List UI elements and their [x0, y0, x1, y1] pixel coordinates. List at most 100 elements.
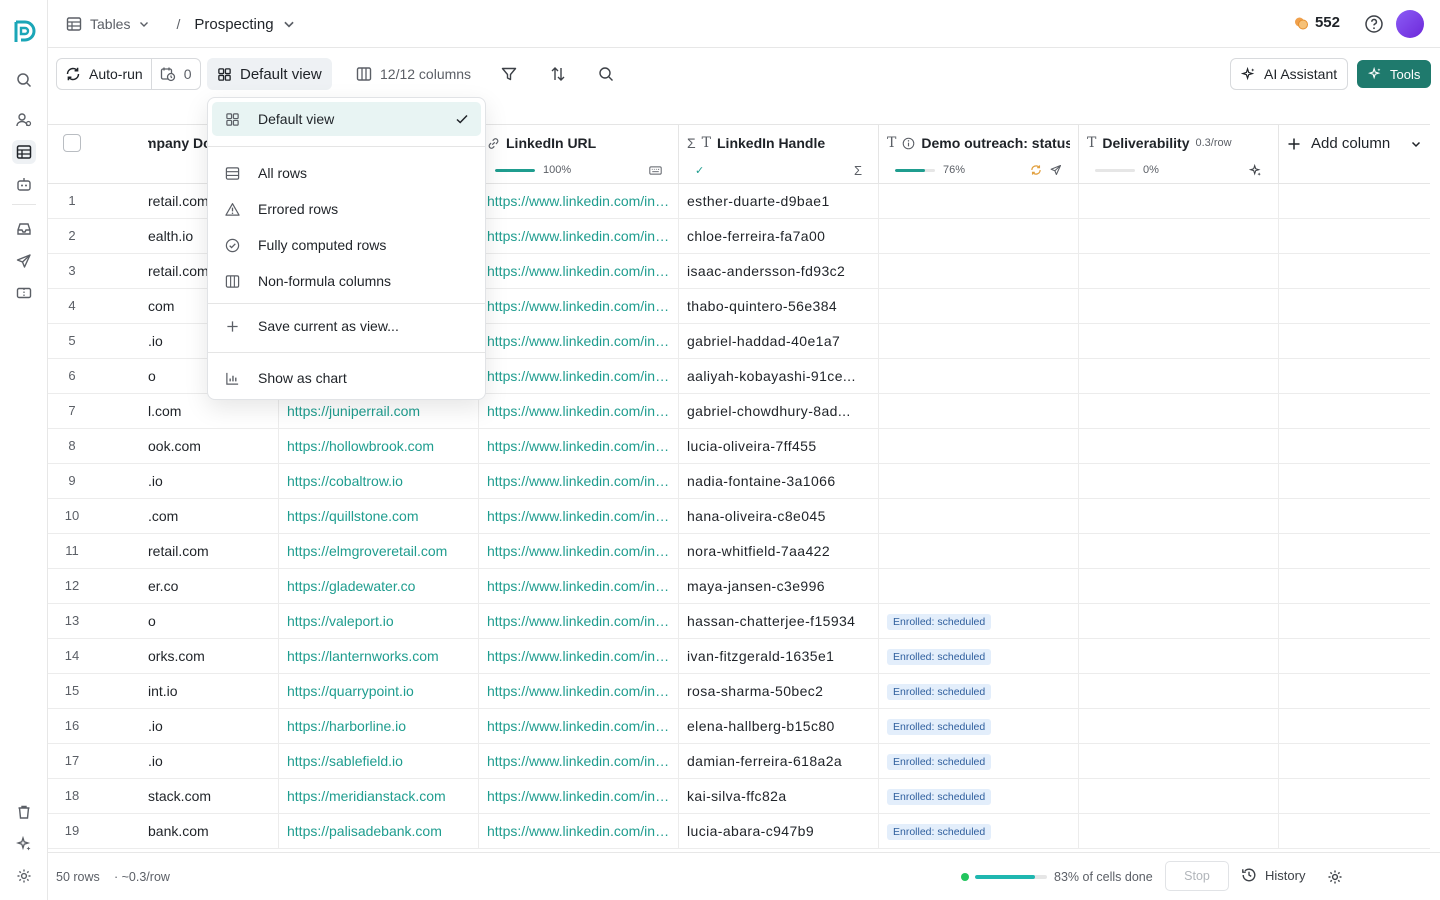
cell-status[interactable]: Enrolled: scheduled	[879, 744, 1079, 778]
cell-empty[interactable]	[1079, 499, 1279, 533]
contacts-icon[interactable]	[12, 108, 36, 132]
cell-n[interactable]: 8	[48, 429, 96, 463]
cell-empty[interactable]	[1279, 429, 1430, 463]
cell-handle[interactable]: lucia-oliveira-7ff455	[679, 429, 879, 463]
cell-empty[interactable]	[1279, 709, 1430, 743]
help-icon[interactable]	[1364, 14, 1384, 34]
table-row[interactable]: 8 ook.com https://hollowbrook.com https://w…	[48, 429, 1430, 464]
cell-url[interactable]: https://www.linkedin.com/in/kai-silva	[479, 779, 679, 813]
cell-company[interactable]: er.co	[148, 569, 279, 603]
cell-status[interactable]: Enrolled: scheduled	[879, 639, 1079, 673]
menu-item-all-rows[interactable]: All rows	[212, 156, 481, 190]
cell-url[interactable]: https://www.linkedin.com/in/rosa-sharma	[479, 674, 679, 708]
cell-empty[interactable]	[1279, 674, 1430, 708]
column-header-demo-outreach[interactable]: T Demo outreach: status 76%	[879, 125, 1079, 184]
cell-url[interactable]: https://www.linkedin.com/in/aaliyah-koba…	[479, 359, 679, 393]
cell-status[interactable]	[879, 289, 1079, 323]
cell-website[interactable]: https://sablefield.io	[279, 744, 479, 778]
cell-url[interactable]: https://www.linkedin.com/in/nadia-fontai…	[479, 464, 679, 498]
menu-item-show-chart[interactable]: Show as chart	[212, 361, 481, 395]
sparkle-icon[interactable]	[12, 832, 36, 856]
cell-empty[interactable]	[1279, 254, 1430, 288]
cell-website[interactable]: https://gladewater.co	[279, 569, 479, 603]
cell-website[interactable]: https://cobaltrow.io	[279, 464, 479, 498]
cell-url[interactable]: https://www.linkedin.com/in/thabo-quinte…	[479, 289, 679, 323]
cell-handle[interactable]: nora-whitfield-7aa422	[679, 534, 879, 568]
cell-empty[interactable]	[1079, 639, 1279, 673]
cell-handle[interactable]: damian-ferreira-618a2a	[679, 744, 879, 778]
cell-empty[interactable]	[1079, 324, 1279, 358]
cell-status[interactable]	[879, 534, 1079, 568]
cell-handle[interactable]: chloe-ferreira-fa7a00	[679, 219, 879, 253]
cell-status[interactable]: Enrolled: scheduled	[879, 709, 1079, 743]
tables-icon[interactable]	[12, 140, 36, 164]
cell-url[interactable]: https://www.linkedin.com/in/damian-ferre…	[479, 744, 679, 778]
cell-empty[interactable]	[1279, 569, 1430, 603]
table-row[interactable]: 11 retail.com https://elmgroveretail.com ht…	[48, 534, 1430, 569]
cell-url[interactable]: https://www.linkedin.com/in/ivan-fitzger…	[479, 639, 679, 673]
cell-website[interactable]: https://hollowbrook.com	[279, 429, 479, 463]
cell-n[interactable]: 19	[48, 814, 96, 848]
cell-handle[interactable]: hassan-chatterjee-f15934	[679, 604, 879, 638]
cell-company[interactable]: orks.com	[148, 639, 279, 673]
cell-empty[interactable]	[1279, 219, 1430, 253]
cell-handle[interactable]: kai-silva-ffc82a	[679, 779, 879, 813]
column-header-linkedin-url[interactable]: LinkedIn URL 100%	[479, 125, 679, 184]
search-table-button[interactable]	[588, 58, 624, 90]
cell-n[interactable]: 3	[48, 254, 96, 288]
cell-n[interactable]: 10	[48, 499, 96, 533]
breadcrumb-tables[interactable]: Tables	[90, 16, 130, 32]
table-row[interactable]: 14 orks.com https://lanternworks.com https:…	[48, 639, 1430, 674]
view-selector-button[interactable]: Default view	[207, 58, 332, 90]
menu-item-save-view[interactable]: Save current as view...	[212, 309, 481, 343]
cell-n[interactable]: 13	[48, 604, 96, 638]
cell-empty[interactable]	[1279, 394, 1430, 428]
cell-url[interactable]: https://www.linkedin.com/in/gabriel-chow…	[479, 394, 679, 428]
cell-n[interactable]: 4	[48, 289, 96, 323]
cell-company[interactable]: stack.com	[148, 779, 279, 813]
cell-handle[interactable]: esther-duarte-d9bae1	[679, 184, 879, 218]
cell-empty[interactable]	[1279, 744, 1430, 778]
cell-handle[interactable]: gabriel-haddad-40e1a7	[679, 324, 879, 358]
cell-n[interactable]: 6	[48, 359, 96, 393]
cell-n[interactable]: 15	[48, 674, 96, 708]
cell-handle[interactable]: thabo-quintero-56e384	[679, 289, 879, 323]
column-header-linkedin-handle[interactable]: Σ T LinkedIn Handle ✓ Σ	[679, 125, 879, 184]
column-header-deliverability[interactable]: T Deliverability 0.3/row 0%	[1079, 125, 1279, 184]
cell-n[interactable]: 1	[48, 184, 96, 218]
cell-url[interactable]: https://www.linkedin.com/in/elena-hallbe…	[479, 709, 679, 743]
cell-n[interactable]: 17	[48, 744, 96, 778]
cell-status[interactable]	[879, 359, 1079, 393]
cell-company[interactable]: ook.com	[148, 429, 279, 463]
history-button[interactable]: History	[1241, 867, 1305, 883]
cell-website[interactable]: https://elmgroveretail.com	[279, 534, 479, 568]
cell-empty[interactable]	[1279, 639, 1430, 673]
search-icon[interactable]	[12, 68, 36, 92]
cell-handle[interactable]: isaac-andersson-fd93c2	[679, 254, 879, 288]
cell-status[interactable]	[879, 219, 1079, 253]
table-row[interactable]: 15 int.io https://quarrypoint.io https://ww…	[48, 674, 1430, 709]
select-all-checkbox[interactable]	[63, 134, 81, 152]
cell-company[interactable]: int.io	[148, 674, 279, 708]
cell-url[interactable]: https://www.linkedin.com/in/nora-whitfie…	[479, 534, 679, 568]
cell-company[interactable]: .com	[148, 499, 279, 533]
cell-empty[interactable]	[1079, 674, 1279, 708]
table-row[interactable]: 12 er.co https://gladewater.co https://www.…	[48, 569, 1430, 604]
sort-button[interactable]	[540, 58, 576, 90]
table-row[interactable]: 18 stack.com https://meridianstack.com http…	[48, 779, 1430, 814]
cell-n[interactable]: 16	[48, 709, 96, 743]
settings-icon[interactable]	[12, 864, 36, 888]
cell-handle[interactable]: elena-hallberg-b15c80	[679, 709, 879, 743]
cell-n[interactable]: 9	[48, 464, 96, 498]
cell-status[interactable]	[879, 394, 1079, 428]
cell-empty[interactable]	[1079, 219, 1279, 253]
chevron-down-icon[interactable]	[138, 18, 150, 30]
robot-icon[interactable]	[12, 172, 36, 196]
cell-url[interactable]: https://www.linkedin.com/in/isaac-anders…	[479, 254, 679, 288]
cell-n[interactable]: 5	[48, 324, 96, 358]
cell-empty[interactable]	[1279, 464, 1430, 498]
cell-empty[interactable]	[1079, 184, 1279, 218]
cell-company[interactable]: .io	[148, 709, 279, 743]
cell-status[interactable]: Enrolled: scheduled	[879, 779, 1079, 813]
columns-button[interactable]: 12/12 columns	[346, 58, 482, 90]
